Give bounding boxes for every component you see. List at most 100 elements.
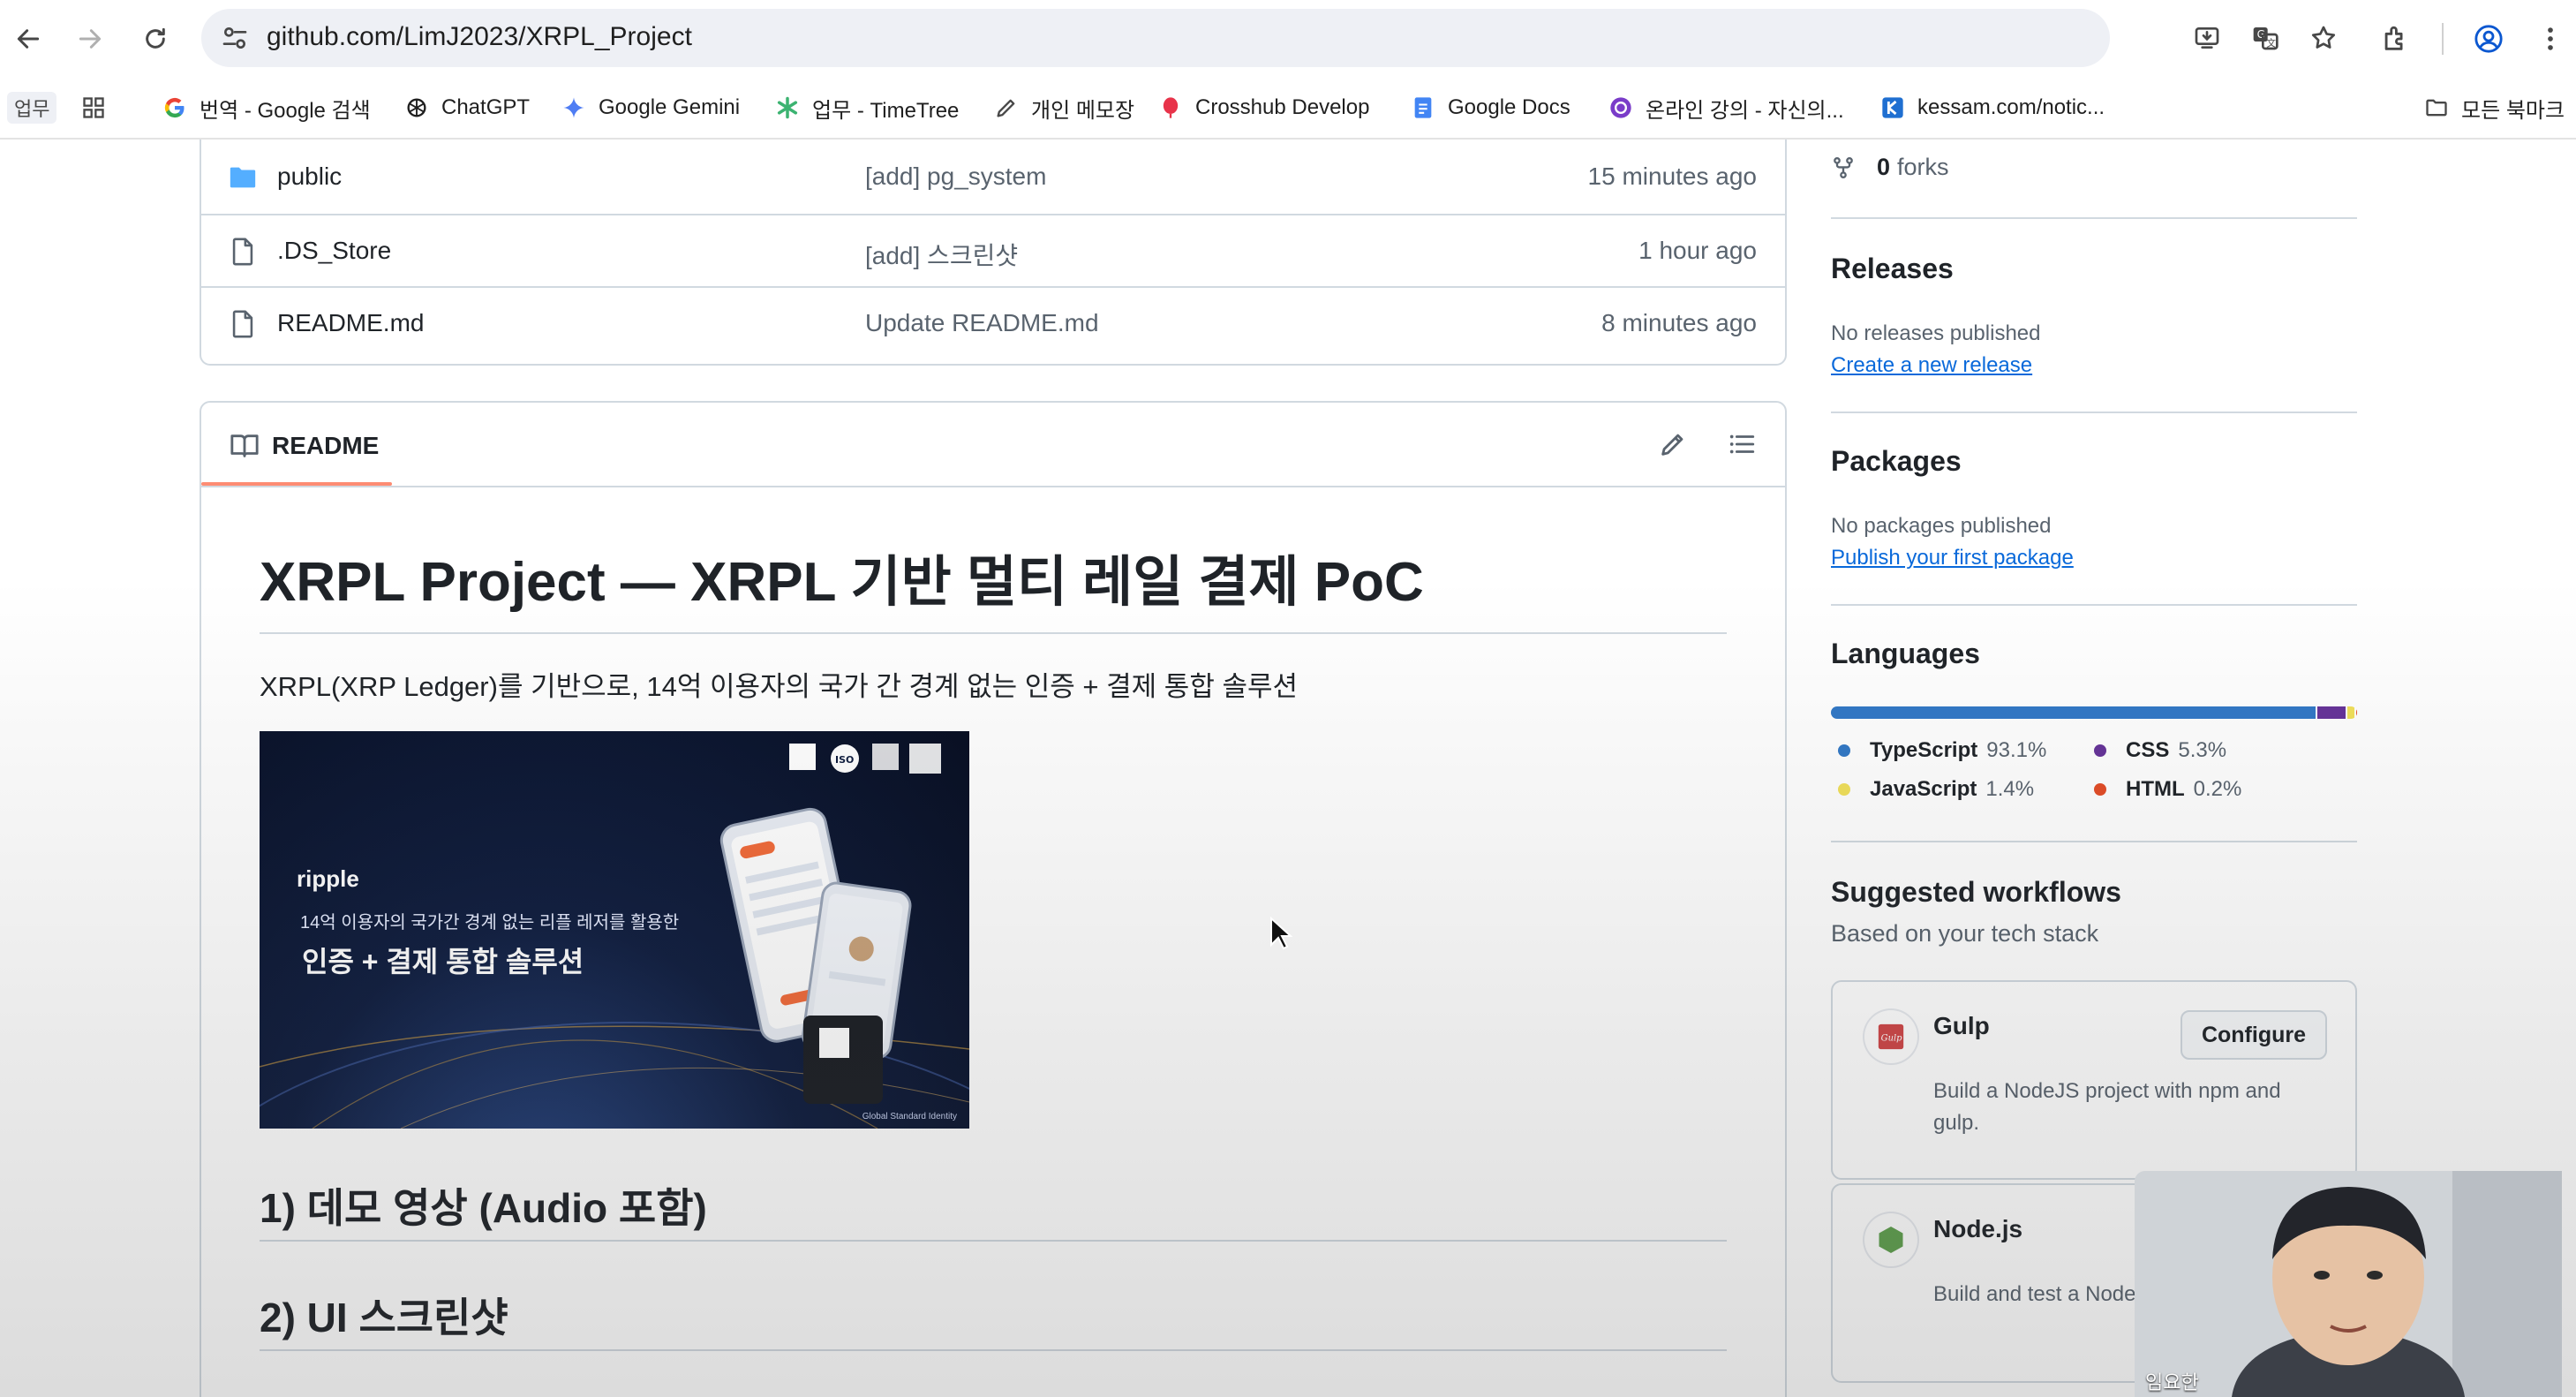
sidebar-divider [1831,217,2357,219]
presenter-name: 임요한 [2145,1371,2199,1393]
commit-time: 1 hour ago [1638,237,1757,264]
balloon-icon [1158,95,1183,120]
languages-heading: Languages [1831,638,1980,669]
commit-message[interactable]: Update README.md [865,309,1099,337]
gemini-icon [561,95,586,120]
language-item[interactable]: JavaScript 1.4% [1838,777,2034,802]
forks-link[interactable]: 0 forks [1831,154,1949,181]
file-name[interactable]: .DS_Store [277,237,391,265]
book-icon [230,434,259,457]
section-heading: 2) UI 스크린샷 [260,1295,508,1340]
bookmark-chatgpt[interactable]: ChatGPT [404,88,530,127]
svg-text:Gulp: Gulp [1881,1033,1902,1043]
toolbar-divider [2442,23,2444,55]
readme-tab-label: README [272,432,380,459]
arrow-right-icon [79,29,102,49]
outline-list-icon[interactable] [1727,429,1757,459]
packages-heading[interactable]: Packages [1831,445,1962,478]
language-percent: 93.1% [1986,738,2047,762]
extensions-icon[interactable] [2380,24,2410,54]
commit-time: 8 minutes ago [1601,309,1757,336]
presenter-video [2135,1171,2562,1397]
reload-icon [146,27,165,49]
language-item[interactable]: CSS 5.3% [2094,738,2226,763]
all-bookmarks-button[interactable]: 모든 북마크 [2424,88,2565,127]
profile-icon[interactable] [2474,24,2504,54]
more-menu-icon[interactable] [2535,24,2565,54]
url-text[interactable]: github.com/LimJ2023/XRPL_Project [267,22,692,52]
language-bar-segment [2355,706,2357,719]
bookmark-label: 업무 [14,98,50,120]
bookmark-memo[interactable]: 개인 메모장 [994,88,1134,127]
bookmark-label: 업무 - TimeTree [812,98,960,123]
banner-subtitle: 14억 이용자의 국가간 경계 없는 리플 레저를 활용한 [300,913,680,933]
configure-button[interactable]: Configure [2180,1010,2327,1060]
file-row[interactable]: public [add] pg_system 15 minutes ago [201,141,1785,214]
bookmark-label: 개인 메모장 [1031,98,1135,123]
language-name: JavaScript [1870,777,1977,801]
back-button[interactable] [7,18,49,60]
readme-description: XRPL(XRP Ledger)를 기반으로, 14억 이용자의 국가 간 경계… [260,671,1299,702]
forward-button[interactable] [69,18,111,60]
apps-button[interactable] [81,88,118,127]
file-row[interactable]: README.md Update README.md 8 minutes ago [201,286,1785,359]
bookmark-folder-work[interactable]: 업무 [7,92,57,124]
bookmark-label: Google Gemini [599,95,741,119]
commit-message[interactable]: [add] pg_system [865,162,1046,191]
ripple-logo: ripple [297,865,359,892]
language-dot [2094,783,2106,796]
install-app-icon[interactable] [2193,24,2221,52]
certification-logos: ISO [789,744,941,774]
site-settings-icon[interactable] [221,24,249,52]
file-row[interactable]: .DS_Store [add] 스크린샷 1 hour ago [201,214,1785,286]
bookmark-timetree[interactable]: 업무 - TimeTree [775,88,959,127]
workflow-card-gulp: Gulp Gulp Configure Build a NodeJS proje… [1831,980,2357,1180]
file-list: public [add] pg_system 15 minutes ago .D… [200,140,1787,366]
forks-label: forks [1897,154,1949,180]
file-name[interactable]: public [277,162,342,191]
bookmark-label: Crosshub Develop [1195,95,1370,119]
arrow-left-icon [17,29,40,49]
file-icon [232,310,253,338]
gulp-logo-icon: Gulp [1864,1010,1917,1063]
svg-text:文: 文 [2266,37,2276,49]
language-item[interactable]: TypeScript 93.1% [1838,738,2046,763]
translate-icon[interactable]: G文 [2251,24,2279,52]
language-item[interactable]: HTML 0.2% [2094,777,2241,802]
bookmark-kessam[interactable]: kessam.com/notic... [1880,88,2105,127]
readme-header: README [201,403,1785,487]
bookmark-crosshub[interactable]: Crosshub Develop [1158,88,1369,127]
file-name[interactable]: README.md [277,309,424,337]
bookmark-star-icon[interactable] [2309,24,2338,52]
readme-title: XRPL Project — XRPL 기반 멀티 레일 결제 PoC [260,552,1424,613]
file-icon [232,238,253,266]
bookmark-label: kessam.com/notic... [1917,95,2105,119]
reload-button[interactable] [134,18,177,60]
language-dot [2094,744,2106,757]
commit-message[interactable]: [add] 스크린샷 [865,237,1018,272]
section-divider [260,1349,1727,1351]
chatgpt-icon [404,95,429,120]
address-bar[interactable]: github.com/LimJ2023/XRPL_Project G文 [201,9,2336,67]
folder-icon [230,167,256,188]
language-name: CSS [2126,738,2170,762]
google-icon [162,95,187,120]
publish-package-link[interactable]: Publish your first package [1831,546,2074,570]
edit-pencil-icon[interactable] [1658,429,1688,459]
workflow-name: Gulp [1933,1012,1990,1039]
kessam-icon [1880,95,1905,120]
bookmark-gemini[interactable]: Google Gemini [561,88,740,127]
apps-grid-icon [81,95,106,120]
section-heading: 1) 데모 영상 (Audio 포함) [260,1185,707,1231]
create-release-link[interactable]: Create a new release [1831,353,2032,378]
fork-icon [1834,156,1853,178]
browser-toolbar: github.com/LimJ2023/XRPL_Project G文 [0,0,2576,78]
bookmark-google-docs[interactable]: Google Docs [1411,88,1570,127]
bookmark-label: 모든 북마크 [2461,98,2565,123]
bookmark-online-lecture[interactable]: 온라인 강의 - 자신의... [1608,88,1844,127]
bookmark-google-translate[interactable]: 번역 - Google 검색 [162,88,371,127]
language-bar-segment [2346,706,2354,719]
readme-tab[interactable]: README [230,424,379,468]
commit-time: 15 minutes ago [1587,162,1757,190]
releases-heading[interactable]: Releases [1831,253,1954,285]
